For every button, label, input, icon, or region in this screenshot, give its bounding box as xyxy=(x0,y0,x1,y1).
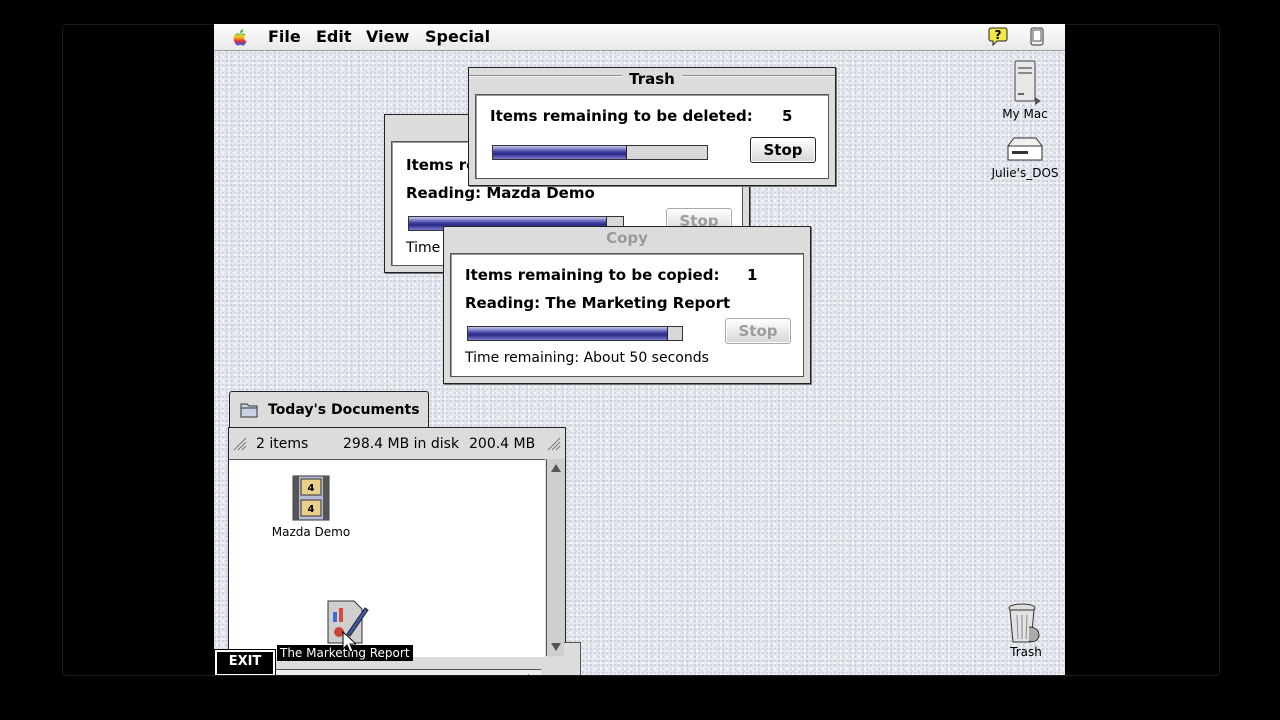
window-titlebar[interactable]: Trash xyxy=(469,68,835,90)
trash-icon[interactable] xyxy=(1005,599,1045,647)
menu-file[interactable]: File xyxy=(268,27,301,47)
folder-title: Today's Documents xyxy=(268,402,420,418)
progress-fill xyxy=(493,146,627,159)
svg-text:4: 4 xyxy=(308,504,315,515)
reading-label: Reading: Mazda Demo xyxy=(406,184,595,202)
reading-label: Reading: The Marketing Report xyxy=(465,294,731,312)
menu-edit[interactable]: Edit xyxy=(316,27,352,47)
dialog-body: Items remaining to be copied: 1 Reading:… xyxy=(450,253,804,377)
folder-icon xyxy=(240,403,258,418)
window-edge xyxy=(564,642,581,675)
vertical-scrollbar[interactable] xyxy=(546,459,565,656)
window-titlebar[interactable]: Copy xyxy=(444,227,810,249)
delete-progress-bar xyxy=(492,145,708,160)
disk-used: 298.4 MB in disk xyxy=(343,436,460,452)
movie-file-icon[interactable]: 4 4 xyxy=(291,475,331,521)
horizontal-scrollbar[interactable] xyxy=(271,669,541,675)
folder-content: 4 4 Mazda Demo The Marketing Report xyxy=(229,459,545,661)
items-remaining-label: Items re xyxy=(406,156,477,174)
window-title: Copy xyxy=(599,227,655,249)
mouse-cursor-icon xyxy=(342,631,356,653)
exit-button[interactable]: EXIT xyxy=(214,649,276,675)
application-switcher-icon[interactable] xyxy=(1028,26,1046,47)
disk-icon[interactable] xyxy=(1004,136,1046,164)
apple-menu-icon[interactable] xyxy=(232,28,250,46)
scroll-right-arrow-icon[interactable] xyxy=(527,673,537,675)
items-remaining-label: Items remaining to be deleted: xyxy=(490,107,753,125)
items-remaining-count: 5 xyxy=(782,107,793,125)
folder-tab[interactable]: Today's Documents xyxy=(229,391,429,428)
scroll-up-arrow-icon[interactable] xyxy=(550,463,562,473)
desktop-icon-label: Julie's_DOS xyxy=(991,166,1059,180)
folder-info-bar: 2 items 298.4 MB in disk 200.4 MB xyxy=(229,432,565,458)
help-balloon-icon[interactable]: ? xyxy=(988,26,1008,47)
disk-available: 200.4 MB xyxy=(469,436,536,452)
desktop-icon-label: My Mac xyxy=(1002,107,1048,121)
grip-icon xyxy=(233,437,247,451)
folder-window[interactable]: 2 items 298.4 MB in disk 200.4 MB 4 4 Ma… xyxy=(228,427,566,675)
menu-view[interactable]: View xyxy=(366,27,409,47)
item-count: 2 items xyxy=(256,436,309,452)
menu-bar: File Edit View Special ? xyxy=(214,24,1065,51)
svg-text:4: 4 xyxy=(308,483,315,494)
stop-button[interactable]: Stop xyxy=(725,318,791,344)
grip-icon xyxy=(547,437,561,451)
items-remaining-label: Items remaining to be copied: xyxy=(465,266,720,284)
items-remaining-count: 1 xyxy=(747,266,758,284)
computer-icon[interactable] xyxy=(1009,59,1043,107)
copy-progress-window[interactable]: Copy Items remaining to be copied: 1 Rea… xyxy=(443,226,811,384)
stop-button[interactable]: Stop xyxy=(750,137,816,163)
desktop-icon-label: Trash xyxy=(1010,645,1042,659)
progress-fill xyxy=(468,327,669,340)
trash-progress-window[interactable]: Trash Items remaining to be deleted: 5 S… xyxy=(468,67,836,186)
time-remaining-label: Time xyxy=(406,240,441,256)
mac-desktop: File Edit View Special ? My Mac Julie's_… xyxy=(214,24,1065,675)
copy-progress-bar xyxy=(467,326,683,341)
file-label: Mazda Demo xyxy=(271,525,351,539)
time-remaining-label: Time remaining: About 50 seconds xyxy=(465,350,709,366)
svg-text:?: ? xyxy=(995,28,1002,42)
menu-special[interactable]: Special xyxy=(425,27,490,47)
window-title: Trash xyxy=(622,68,682,90)
scroll-down-arrow-icon[interactable] xyxy=(550,642,562,652)
dialog-body: Items remaining to be deleted: 5 Stop xyxy=(475,94,829,179)
